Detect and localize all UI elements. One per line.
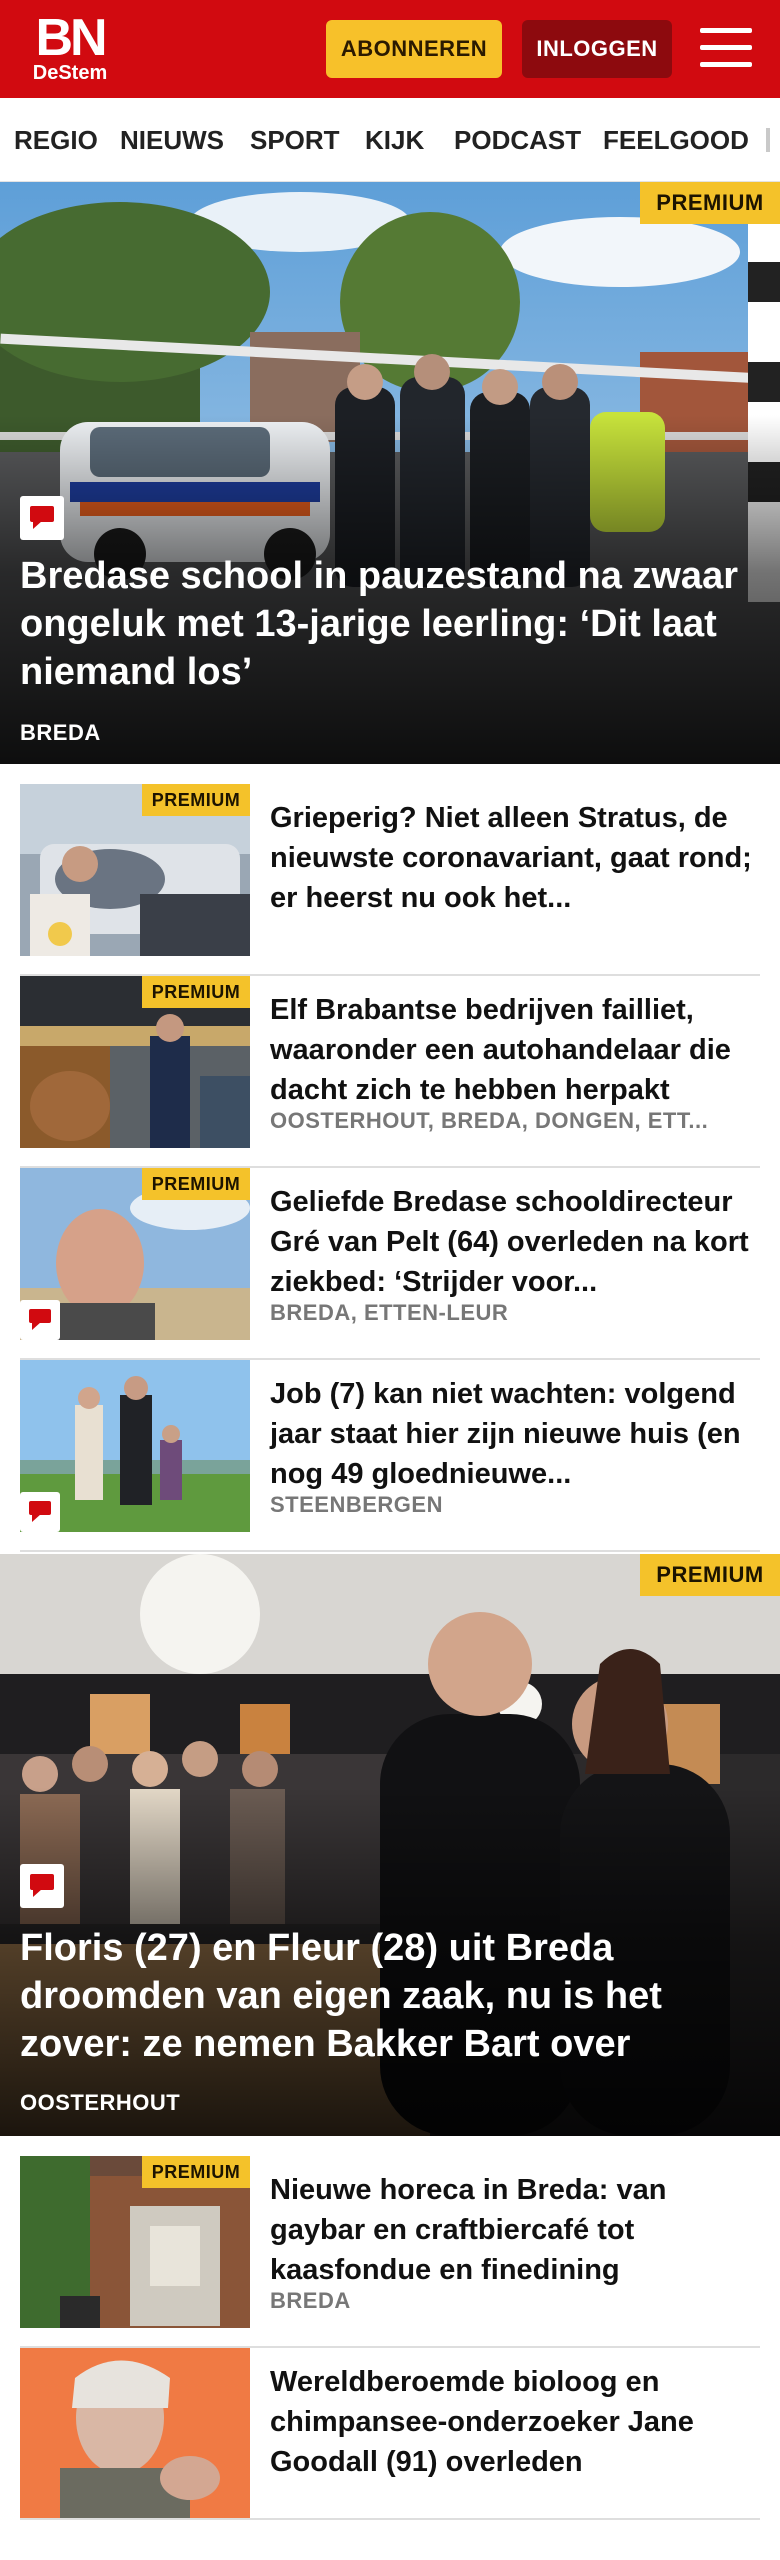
nav-item-feelgood[interactable]: FEELGOOD xyxy=(603,98,749,181)
comment-icon xyxy=(20,1864,64,1908)
premium-badge: PREMIUM xyxy=(142,784,250,816)
article-title[interactable]: Grieperig? Niet alleen Stratus, de nieuw… xyxy=(270,798,760,918)
article-title[interactable]: Elf Brabantse bedrijven failliet, waaron… xyxy=(270,990,760,1110)
article-category[interactable]: BREDA xyxy=(270,2288,760,2314)
list-item[interactable]: Wereldberoemde bioloog en chimpansee-ond… xyxy=(20,2348,760,2520)
logo-sub-text: DeStem xyxy=(32,62,108,84)
hero-article-2[interactable]: PREMIUM Floris (27) en Fleur (28) uit Br… xyxy=(0,1554,780,2136)
article-thumbnail: PREMIUM xyxy=(20,1168,250,1340)
hamburger-menu-icon[interactable] xyxy=(700,26,752,70)
site-header: BN DeStem ABONNEREN INLOGGEN xyxy=(0,0,780,98)
nav-item-nieuws[interactable]: NIEUWS xyxy=(120,98,224,181)
article-thumbnail: PREMIUM xyxy=(20,2156,250,2328)
nav-item-sport[interactable]: SPORT xyxy=(250,98,340,181)
logo-main-text: BN xyxy=(35,9,107,67)
subscribe-button[interactable]: ABONNEREN xyxy=(326,20,502,78)
nav-item-podcast[interactable]: PODCAST xyxy=(454,98,581,181)
article-title[interactable]: Geliefde Bredase schooldirec­teur Gré va… xyxy=(270,1182,760,1302)
comment-icon xyxy=(20,1300,60,1340)
premium-badge: PREMIUM xyxy=(142,976,250,1008)
list-item[interactable]: PREMIUM Geliefde Bredase schooldirec­teu… xyxy=(20,1168,760,1360)
comment-icon xyxy=(20,496,64,540)
article-thumbnail: PREMIUM xyxy=(20,784,250,956)
list-item[interactable]: PREMIUM Nieuwe horeca in Breda: van gayb… xyxy=(20,2156,760,2348)
section-nav: REGIO NIEUWS SPORT KIJK PODCAST FEELGOOD xyxy=(0,98,780,182)
nav-item-regio[interactable]: REGIO xyxy=(14,98,98,181)
list-item[interactable]: PREMIUM Elf Brabantse bedrijven failliet… xyxy=(20,976,760,1168)
hero-article-1-title[interactable]: Bredase school in pauzestand na zwaar on… xyxy=(20,552,760,696)
article-category[interactable]: STEENBERGEN xyxy=(270,1492,760,1518)
premium-badge: PREMIUM xyxy=(640,1554,780,1596)
article-thumbnail xyxy=(20,1360,250,1532)
article-title[interactable]: Wereldberoemde bioloog en chimpansee-ond… xyxy=(270,2362,760,2482)
article-category[interactable]: OOSTERHOUT, BREDA, DONGEN, ETT... xyxy=(270,1108,760,1134)
login-button[interactable]: INLOGGEN xyxy=(522,20,672,78)
nav-item-kijk[interactable]: KIJK xyxy=(365,98,424,181)
nav-overflow-indicator xyxy=(766,128,770,152)
hero-article-1[interactable]: PREMIUM Bredase school in pauzestand na … xyxy=(0,182,780,764)
article-category[interactable]: BREDA, ETTEN-LEUR xyxy=(270,1300,760,1326)
site-logo[interactable]: BN DeStem xyxy=(28,12,112,88)
hero-article-2-category[interactable]: OOSTERHOUT xyxy=(20,2090,180,2116)
hero-article-1-category[interactable]: BREDA xyxy=(20,720,101,746)
hero-article-2-title[interactable]: Floris (27) en Fleur (28) uit Breda droo… xyxy=(20,1924,760,2068)
premium-badge: PREMIUM xyxy=(142,2156,250,2188)
article-title[interactable]: Nieuwe horeca in Breda: van gaybar en cr… xyxy=(270,2170,760,2290)
premium-badge: PREMIUM xyxy=(142,1168,250,1200)
article-thumbnail: PREMIUM xyxy=(20,976,250,1148)
premium-badge: PREMIUM xyxy=(640,182,780,224)
list-item[interactable]: PREMIUM Grieperig? Niet alleen Stratus, … xyxy=(20,784,760,976)
comment-icon xyxy=(20,1492,60,1532)
article-title[interactable]: Job (7) kan niet wachten: volgend jaar s… xyxy=(270,1374,760,1494)
thumbnail-jane-goodall xyxy=(20,2348,250,2518)
list-item[interactable]: Job (7) kan niet wachten: volgend jaar s… xyxy=(20,1360,760,1552)
article-thumbnail xyxy=(20,2348,250,2518)
